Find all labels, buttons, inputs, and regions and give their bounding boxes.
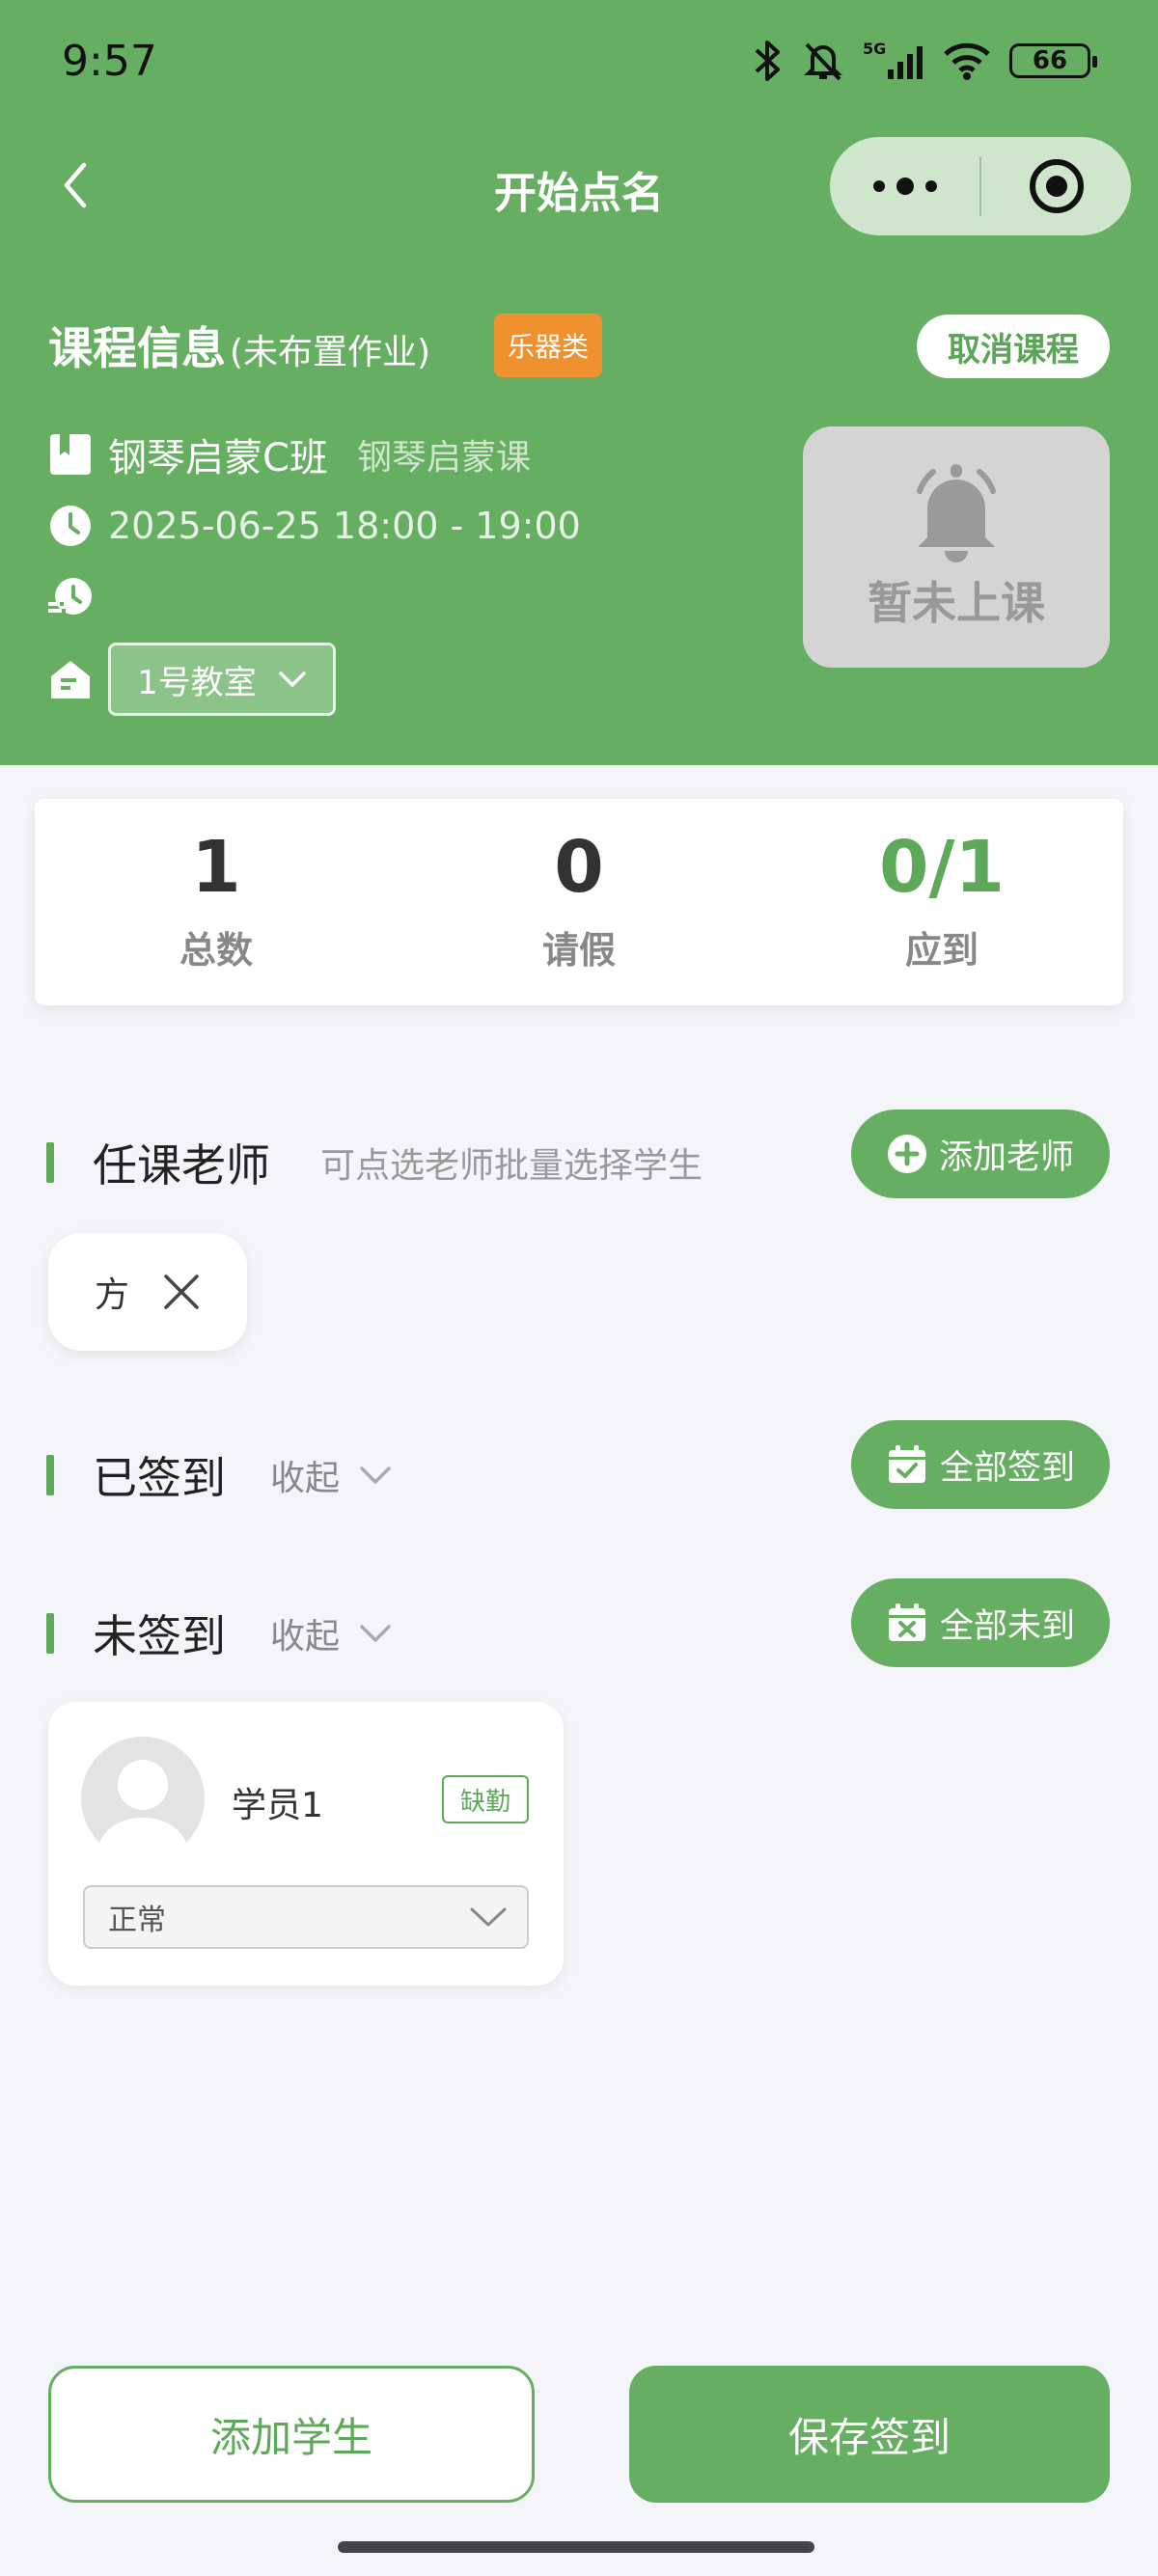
close-miniprogram-button[interactable]	[981, 137, 1131, 235]
bluetooth-icon	[755, 41, 780, 81]
cancel-course-button[interactable]: 取消课程	[917, 315, 1110, 378]
more-dots-icon	[872, 178, 937, 195]
chevron-down-icon	[360, 1625, 391, 1642]
save-attendance-button[interactable]: 保存签到	[629, 2366, 1110, 2503]
status-bar: 9:57 5G 66	[0, 0, 1158, 125]
signed-title: 已签到	[93, 1452, 226, 1504]
signal-icon: 5G	[863, 40, 923, 79]
calendar-check-icon	[888, 1445, 925, 1483]
avatar	[81, 1737, 205, 1860]
add-teacher-label: 添加老师	[938, 1137, 1074, 1177]
stat-total-value: 1	[191, 825, 241, 909]
class-datetime: 2025-06-25 18:00 - 19:00	[108, 505, 581, 547]
signed-collapse-toggle[interactable]: 收起	[270, 1450, 392, 1500]
classroom-value: 1号教室	[137, 663, 257, 702]
mute-bell-icon	[804, 42, 842, 81]
clock-icon	[48, 504, 93, 548]
teachers-hint: 可点选老师批量选择学生	[320, 1146, 703, 1186]
stat-leave: 0 请假	[398, 799, 760, 1005]
stat-expected-label: 应到	[904, 928, 979, 972]
home-indicator[interactable]	[338, 2541, 814, 2553]
section-accent-bar	[46, 1142, 54, 1183]
calendar-x-icon	[888, 1603, 925, 1641]
teacher-chip[interactable]: 方	[48, 1233, 247, 1351]
status-badge: 缺勤	[442, 1775, 529, 1823]
stat-total-label: 总数	[179, 928, 253, 972]
plus-circle-icon	[887, 1135, 926, 1173]
classroom-select[interactable]: 1号教室	[108, 643, 336, 716]
sign-all-label: 全部签到	[939, 1448, 1075, 1488]
course-info-title: 课程信息	[48, 322, 226, 374]
stat-expected: 0/1 应到	[760, 799, 1123, 1005]
navbar: 开始点名	[0, 135, 1158, 235]
attendance-status-value: 正常	[108, 1904, 166, 1937]
mark-all-absent-label: 全部未到	[939, 1606, 1075, 1646]
course-info-heading: 课程信息 (未布置作业)	[48, 314, 430, 377]
history-row	[48, 575, 108, 619]
chevron-down-icon	[279, 671, 306, 687]
class-status-text: 暂未上课	[868, 577, 1045, 629]
sign-all-button[interactable]: 全部签到	[851, 1420, 1110, 1509]
class-name: 钢琴启蒙C班	[108, 436, 328, 480]
mark-all-absent-button[interactable]: 全部未到	[851, 1578, 1110, 1667]
attendance-stats: 1 总数 0 请假 0/1 应到	[35, 799, 1123, 1005]
add-student-button[interactable]: 添加学生	[48, 2366, 535, 2503]
section-accent-bar	[46, 1455, 54, 1495]
more-button[interactable]	[830, 137, 979, 235]
unsigned-collapse-label: 收起	[270, 1617, 341, 1657]
category-tag: 乐器类	[494, 314, 603, 377]
room-row: 1号教室	[48, 643, 336, 716]
history-clock-icon	[48, 575, 93, 619]
datetime-row: 2025-06-25 18:00 - 19:00	[48, 504, 581, 548]
unsigned-title: 未签到	[93, 1610, 226, 1662]
unsigned-collapse-toggle[interactable]: 收起	[270, 1608, 392, 1658]
signed-collapse-label: 收起	[270, 1459, 341, 1498]
battery-icon: 66	[1009, 43, 1097, 78]
add-teacher-button[interactable]: 添加老师	[851, 1110, 1110, 1198]
student-card[interactable]: 学员1 缺勤 正常	[48, 1702, 564, 1986]
stat-leave-value: 0	[554, 825, 604, 909]
teachers-title: 任课老师	[93, 1139, 270, 1192]
attendance-status-select[interactable]: 正常	[83, 1885, 529, 1949]
signed-section-header: 已签到 收起	[46, 1443, 392, 1507]
course-header: 9:57 5G 66 开始点名 课程信息 (未布置作业) 乐器类 取消课程 钢琴…	[0, 0, 1158, 765]
homework-note: (未布置作业)	[230, 333, 431, 372]
wifi-icon	[944, 42, 990, 80]
miniprogram-capsule	[830, 137, 1131, 235]
class-status-box[interactable]: 暂未上课	[803, 426, 1110, 668]
status-icons: 5G 66	[751, 39, 1097, 83]
teachers-section-header: 任课老师 可点选老师批量选择学生	[46, 1131, 703, 1194]
stat-expected-value: 0/1	[878, 825, 1005, 909]
chevron-down-icon	[360, 1466, 391, 1484]
status-time: 9:57	[62, 37, 157, 86]
student-name: 学员1	[232, 1786, 323, 1825]
close-icon[interactable]	[162, 1273, 201, 1311]
target-circle-icon	[1029, 159, 1084, 213]
user-avatar-icon	[98, 1760, 187, 1860]
svg-text:5G: 5G	[863, 40, 886, 58]
class-row: 钢琴启蒙C班 钢琴启蒙课	[48, 426, 531, 482]
unsigned-section-header: 未签到 收起	[46, 1602, 392, 1665]
course-name: 钢琴启蒙课	[356, 438, 531, 478]
bell-icon	[917, 464, 996, 562]
classroom-icon	[48, 657, 93, 701]
stat-leave-label: 请假	[541, 928, 616, 972]
chevron-down-icon	[470, 1907, 507, 1927]
teacher-name: 方	[94, 1275, 129, 1315]
section-accent-bar	[46, 1613, 54, 1654]
stat-total: 1 总数	[35, 799, 398, 1005]
book-icon	[48, 432, 93, 477]
